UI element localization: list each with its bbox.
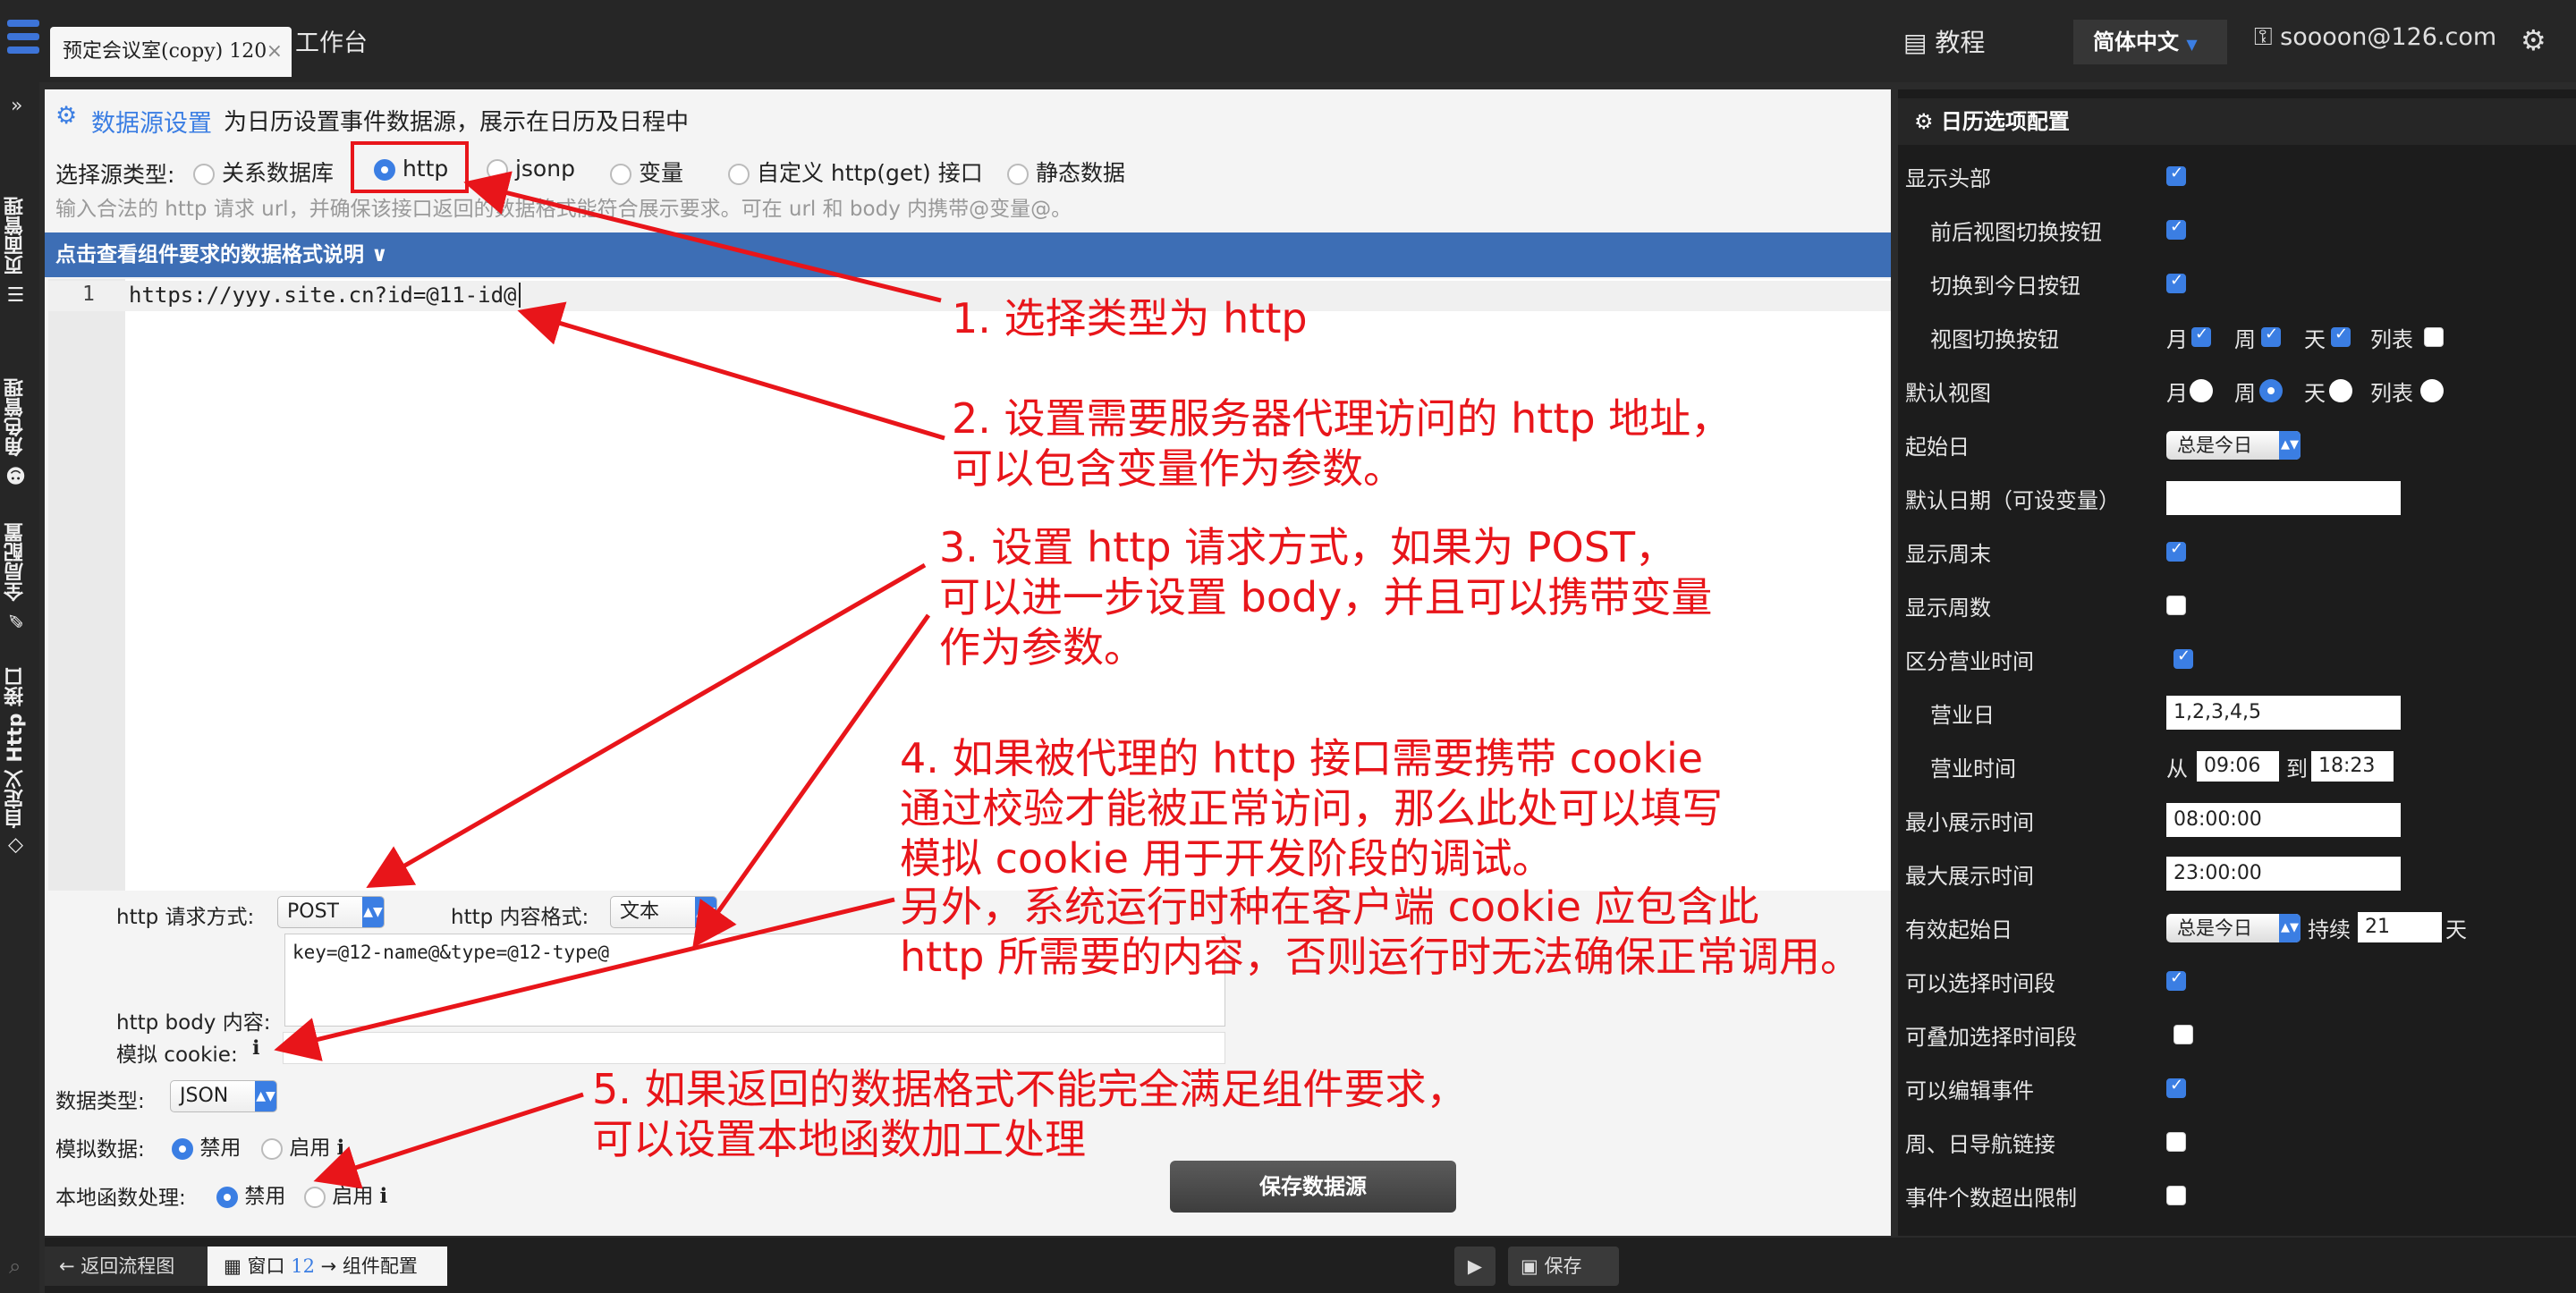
annotation-3-line1: 3. 设置 http 请求方式，如果为 POST， bbox=[939, 523, 1677, 571]
arrow-1 bbox=[463, 171, 942, 303]
arrow-3a bbox=[366, 562, 927, 889]
arrow-2 bbox=[517, 301, 945, 441]
annotation-1: 1. 选择类型为 http bbox=[952, 294, 1308, 342]
annotation-4-line2: 通过校验才能被正常访问，那么此处可以填写 bbox=[900, 784, 1723, 832]
annotation-2-line2: 可以包含变量作为参数。 bbox=[952, 444, 1404, 493]
annotation-4-line5: http 所需要的内容，否则运行时无法确保正常调用。 bbox=[900, 933, 1862, 981]
annotation-5-line2: 可以设置本地函数加工处理 bbox=[592, 1115, 1086, 1163]
annotation-5-line1: 5. 如果返回的数据格式不能完全满足组件要求， bbox=[592, 1065, 1468, 1113]
arrow-4 bbox=[274, 897, 895, 1061]
arrow-3b bbox=[692, 613, 931, 949]
annotation-3-line2: 可以进一步设置 body，并且可以携带变量 bbox=[939, 573, 1713, 621]
arrow-5 bbox=[313, 1092, 584, 1189]
annotation-2-line1: 2. 设置需要服务器代理访问的 http 地址， bbox=[952, 394, 1733, 443]
annotation-4-line4: 另外，系统运行时种在客户端 cookie 应包含此 bbox=[900, 883, 1759, 931]
annotation-3-line3: 作为参数。 bbox=[939, 623, 1145, 672]
annotation-4-line3: 模拟 cookie 用于开发阶段的调试。 bbox=[900, 834, 1554, 883]
annotation-4-line1: 4. 如果被代理的 http 接口需要携带 cookie bbox=[900, 734, 1704, 782]
